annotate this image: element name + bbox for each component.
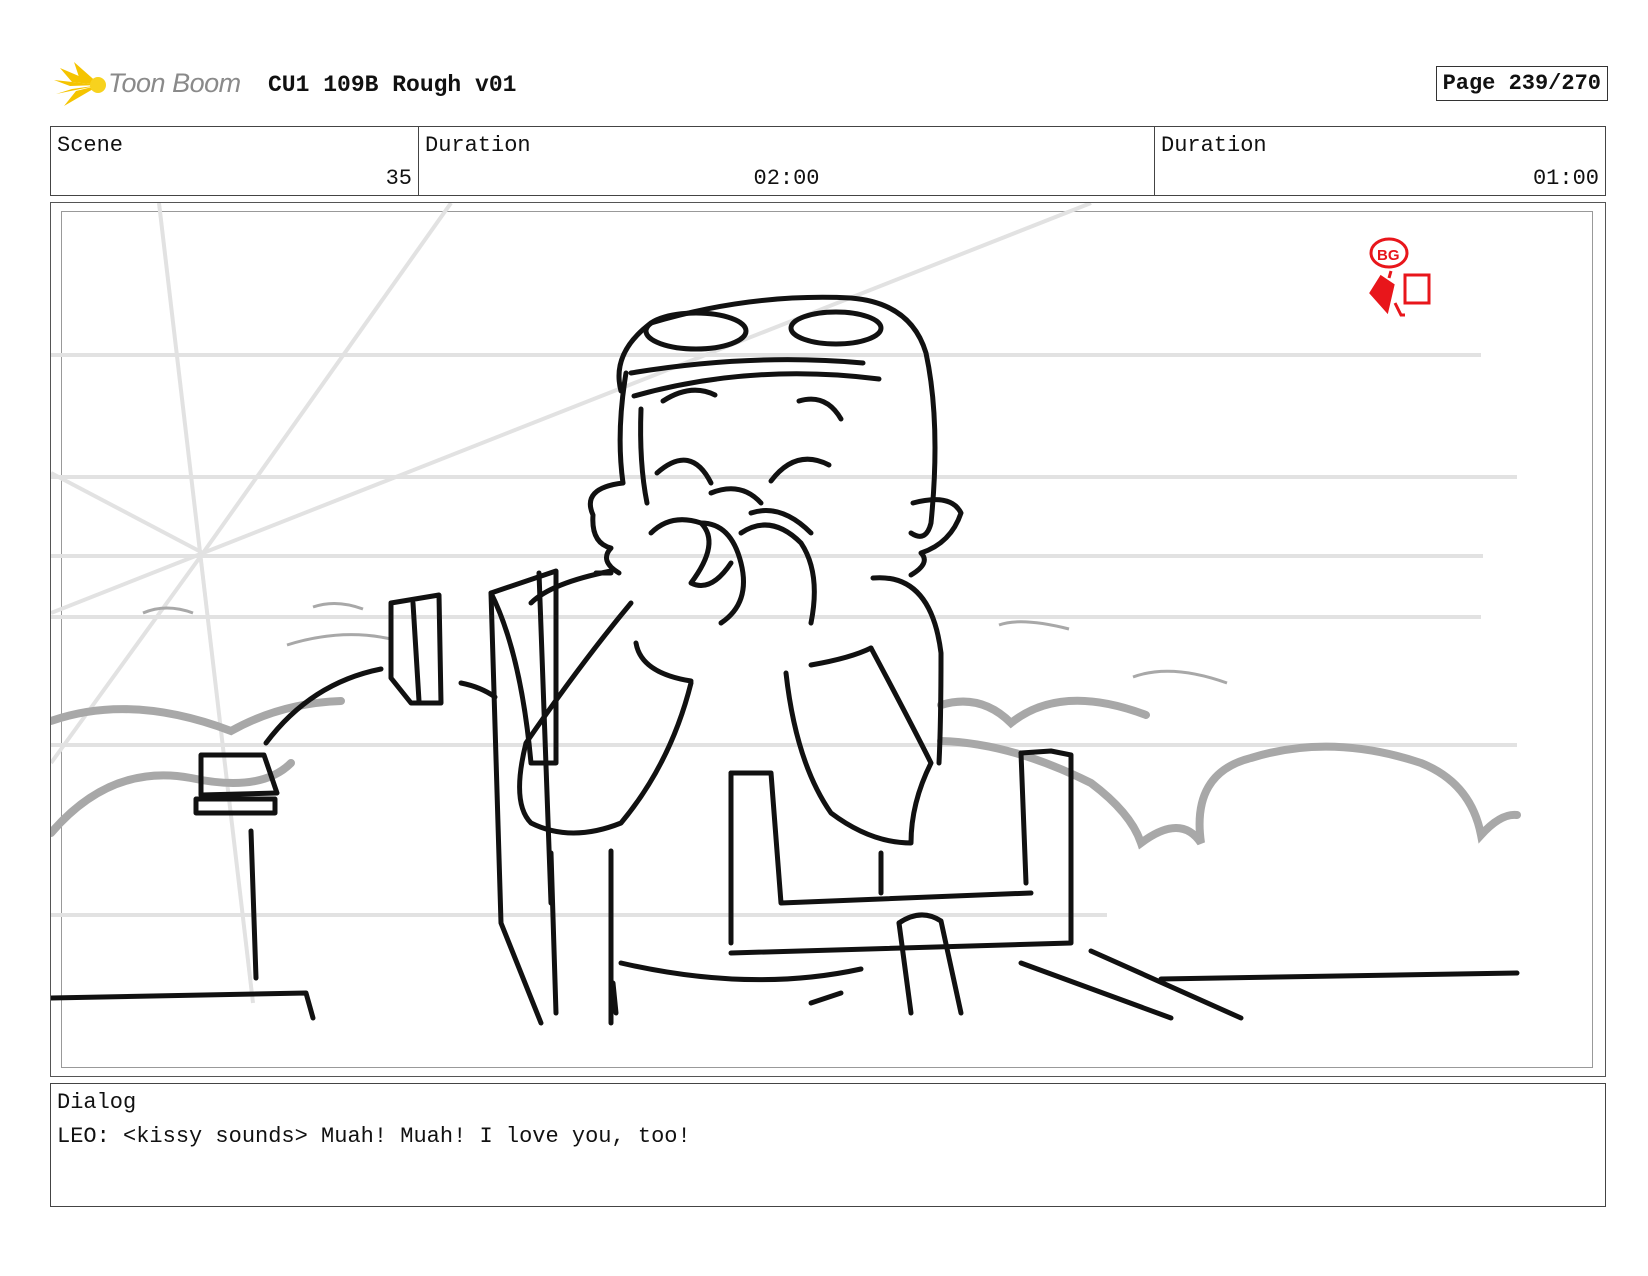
dialog-box: Dialog LEO: <kissy sounds> Muah! Muah! I…: [50, 1083, 1606, 1207]
scene-number: 35: [385, 166, 412, 191]
dialog-text: LEO: <kissy sounds> Muah! Muah! I love y…: [57, 1124, 691, 1149]
page-indicator: Page 239/270: [1435, 66, 1608, 101]
storyboard-header: Toon Boom CU1 109B Rough v01 Page 239/27…: [52, 58, 1608, 110]
scene-info-row: Scene 35 Duration 02:00 Duration 01:00: [50, 126, 1606, 196]
duration-value-2: 01:00: [1532, 166, 1599, 191]
perspective-guides: [51, 203, 1517, 1004]
duration-label-2: Duration: [1161, 133, 1267, 158]
sketch-drawing: BG: [51, 203, 1521, 1026]
scene-label: Scene: [57, 133, 124, 158]
duration-cell-secondary: Duration 01:00: [1155, 127, 1605, 195]
starburst-icon: [54, 62, 106, 106]
duration-label: Duration: [425, 133, 531, 158]
brand-name: Toon Boom: [108, 68, 241, 98]
storyboard-panel: BG: [50, 202, 1606, 1077]
toon-boom-logo: Toon Boom: [52, 60, 252, 110]
duration-cell-primary: Duration 02:00: [419, 127, 1155, 195]
duration-value: 02:00: [753, 166, 820, 191]
dialog-label: Dialog: [57, 1090, 137, 1115]
document-title: CU1 109B Rough v01: [268, 72, 517, 98]
scene-cell: Scene 35: [51, 127, 419, 195]
bg-stamp-label: BG: [1377, 247, 1400, 264]
